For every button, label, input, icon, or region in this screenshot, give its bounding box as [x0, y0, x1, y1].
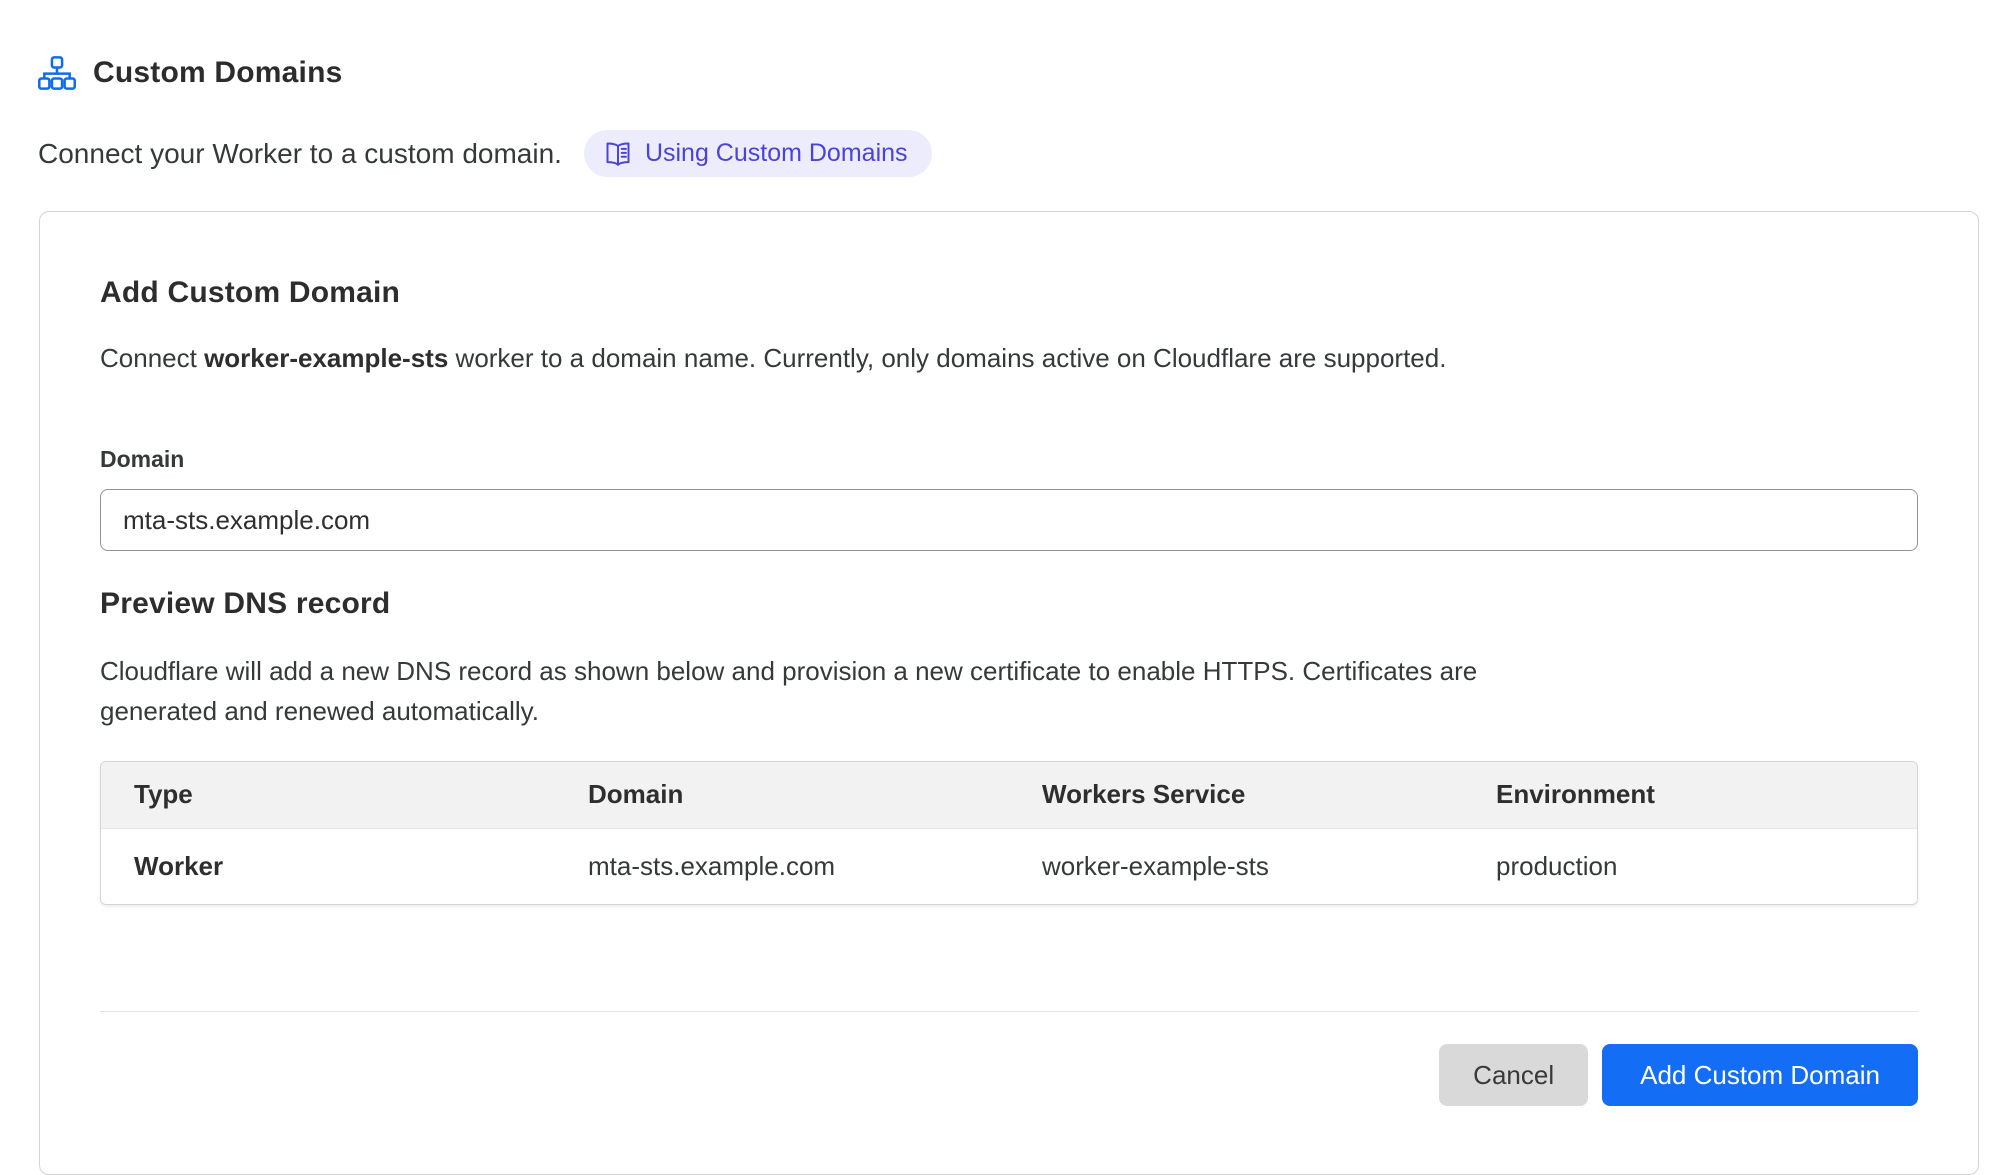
page-subtitle: Connect your Worker to a custom domain. [38, 138, 562, 170]
open-book-icon [604, 141, 632, 167]
column-header-environment: Environment [1463, 762, 1917, 828]
column-header-workers-service: Workers Service [1009, 762, 1463, 828]
domain-input[interactable] [100, 489, 1918, 551]
docs-link-using-custom-domains[interactable]: Using Custom Domains [584, 130, 932, 177]
column-header-domain: Domain [555, 762, 1009, 828]
footer-divider [100, 1011, 1918, 1012]
card-footer: Cancel Add Custom Domain [100, 1044, 1918, 1106]
page-header: Custom Domains [0, 0, 1999, 110]
cancel-button[interactable]: Cancel [1439, 1044, 1588, 1106]
cell-environment: production [1463, 828, 1917, 904]
worker-name: worker-example-sts [204, 343, 448, 373]
cell-domain: mta-sts.example.com [555, 828, 1009, 904]
table-row: Worker mta-sts.example.com worker-exampl… [101, 828, 1917, 904]
add-custom-domain-card: Add Custom Domain Connect worker-example… [39, 211, 1979, 1175]
domain-field-label: Domain [100, 446, 1918, 473]
card-heading: Add Custom Domain [100, 276, 1918, 310]
cell-type: Worker [101, 828, 555, 904]
cell-workers-service: worker-example-sts [1009, 828, 1463, 904]
sitemap-icon [38, 56, 76, 90]
column-header-type: Type [101, 762, 555, 828]
add-custom-domain-button[interactable]: Add Custom Domain [1602, 1044, 1918, 1106]
table-header-row: Type Domain Workers Service Environment [101, 762, 1917, 828]
card-intro-text: Connect worker-example-sts worker to a d… [100, 342, 1918, 374]
preview-dns-description: Cloudflare will add a new DNS record as … [100, 651, 1560, 731]
preview-dns-heading: Preview DNS record [100, 587, 1918, 621]
docs-link-label: Using Custom Domains [645, 139, 908, 168]
page-subheader: Connect your Worker to a custom domain. … [38, 130, 1999, 177]
page-title: Custom Domains [93, 56, 343, 90]
dns-preview-table: Type Domain Workers Service Environment … [100, 761, 1918, 905]
